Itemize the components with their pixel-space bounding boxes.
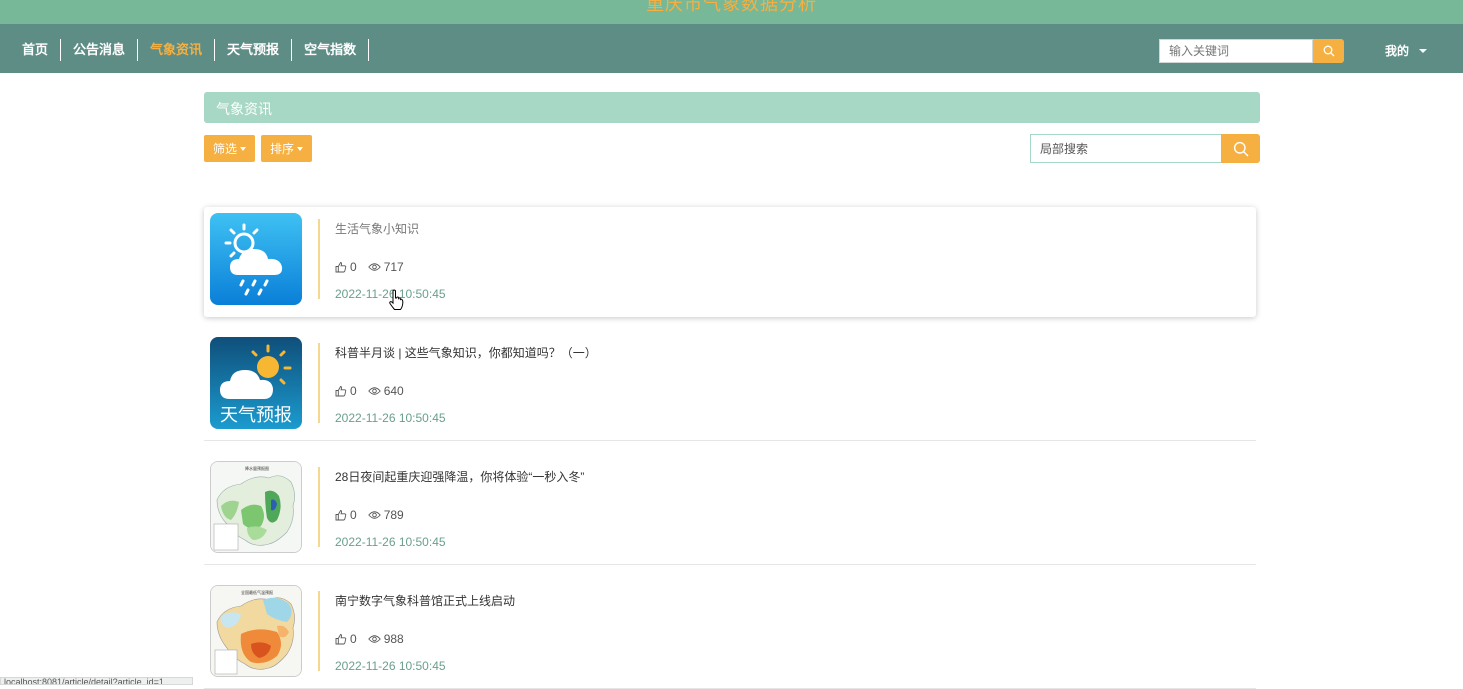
view-count: 988 [383,632,404,646]
eye-icon [367,634,381,644]
view-count: 789 [383,508,404,522]
browser-status-url: localhost:8081/article/detail?article_id… [0,677,193,685]
article-card[interactable]: 降水量预报图 28日夜间起重庆迎强降温，你将体验“一秒入冬” 0 789 202… [204,455,1256,565]
divider [318,591,320,671]
like-count: 0 [350,384,357,398]
filter-dropdown-button[interactable]: 筛选 [204,135,256,162]
article-date: 2022-11-26 10:50:45 [335,411,446,425]
nav-search-button[interactable] [1313,39,1344,63]
article-stats: 0 988 [335,632,415,646]
article-stats: 0 789 [335,508,415,522]
local-search-input[interactable] [1030,134,1222,163]
thumbs-up-icon[interactable] [335,385,347,397]
rain-cloud-icon [210,213,302,305]
eye-icon [367,262,381,272]
article-date: 2022-11-26 10:50:45 [335,535,446,549]
nav-item-weather-news[interactable]: 气象资讯 [138,39,216,61]
thumbs-up-icon[interactable] [335,633,347,645]
thumbnail-caption: 天气预报 [220,405,292,426]
precipitation-map-thumbnail: 降水量预报图 [210,461,302,553]
sort-label: 排序 [270,142,295,156]
view-count: 717 [383,260,404,274]
like-count: 0 [350,260,357,274]
nav-item-weather-forecast[interactable]: 天气预报 [215,39,293,61]
svg-text:全国最低气温预报: 全国最低气温预报 [241,589,273,595]
section-title: 气象资讯 [216,101,272,117]
divider [318,219,320,299]
article-title[interactable]: 科普半月谈 | 这些气象知识，你都知道吗？（一） [335,344,597,361]
hand-pointer-cursor-icon [389,289,404,310]
eye-icon [367,386,381,396]
divider [318,343,320,423]
like-count: 0 [350,508,357,522]
search-icon [1233,141,1248,156]
article-card[interactable]: 天气预报 科普半月谈 | 这些气象知识，你都知道吗？（一） 0 640 2022… [204,331,1256,441]
sort-dropdown-button[interactable]: 排序 [261,135,313,162]
nav-search-input[interactable] [1159,39,1313,63]
top-banner: 重庆市气象数据分析 [0,0,1463,24]
temperature-map-thumbnail: 全国最低气温预报 [210,585,302,677]
article-stats: 0 717 [335,260,415,274]
nav-item-announcements[interactable]: 公告消息 [61,39,139,61]
article-title[interactable]: 生活气象小知识 [335,220,419,237]
weather-forecast-app-icon: 天气预报 [210,337,302,429]
local-search-button[interactable] [1221,134,1260,163]
nav-item-air-index[interactable]: 空气指数 [292,39,370,61]
svg-text:降水量预报图: 降水量预报图 [245,465,269,471]
article-stats: 0 640 [335,384,415,398]
section-header: 气象资讯 [204,92,1260,123]
user-menu-dropdown[interactable]: 我的 [1385,42,1428,59]
site-title: 重庆市气象数据分析 [646,0,817,14]
article-card[interactable]: 生活气象小知识 0 717 2022-11-26 10:50:45 [204,207,1256,317]
article-title[interactable]: 28日夜间起重庆迎强降温，你将体验“一秒入冬” [335,468,584,485]
navbar: 首页 公告消息 气象资讯 天气预报 空气指数 我的 [0,24,1463,73]
chevron-down-icon [297,146,304,151]
nav-menu: 首页 公告消息 气象资讯 天气预报 空气指数 [10,39,370,61]
user-menu-label: 我的 [1385,44,1410,58]
like-count: 0 [350,632,357,646]
nav-item-home[interactable]: 首页 [10,39,62,61]
search-icon [1323,45,1334,57]
thumbs-up-icon[interactable] [335,509,347,521]
filter-label: 筛选 [213,142,238,156]
eye-icon [367,510,381,520]
chevron-down-icon [1419,48,1428,53]
divider [318,467,320,547]
article-date: 2022-11-26 10:50:45 [335,659,446,673]
thumbs-up-icon[interactable] [335,261,347,273]
chevron-down-icon [240,146,247,151]
article-title[interactable]: 南宁数字气象科普馆正式上线启动 [335,592,515,609]
view-count: 640 [383,384,404,398]
article-card[interactable]: 全国最低气温预报 南宁数字气象科普馆正式上线启动 0 988 2022-11-2… [204,579,1256,689]
